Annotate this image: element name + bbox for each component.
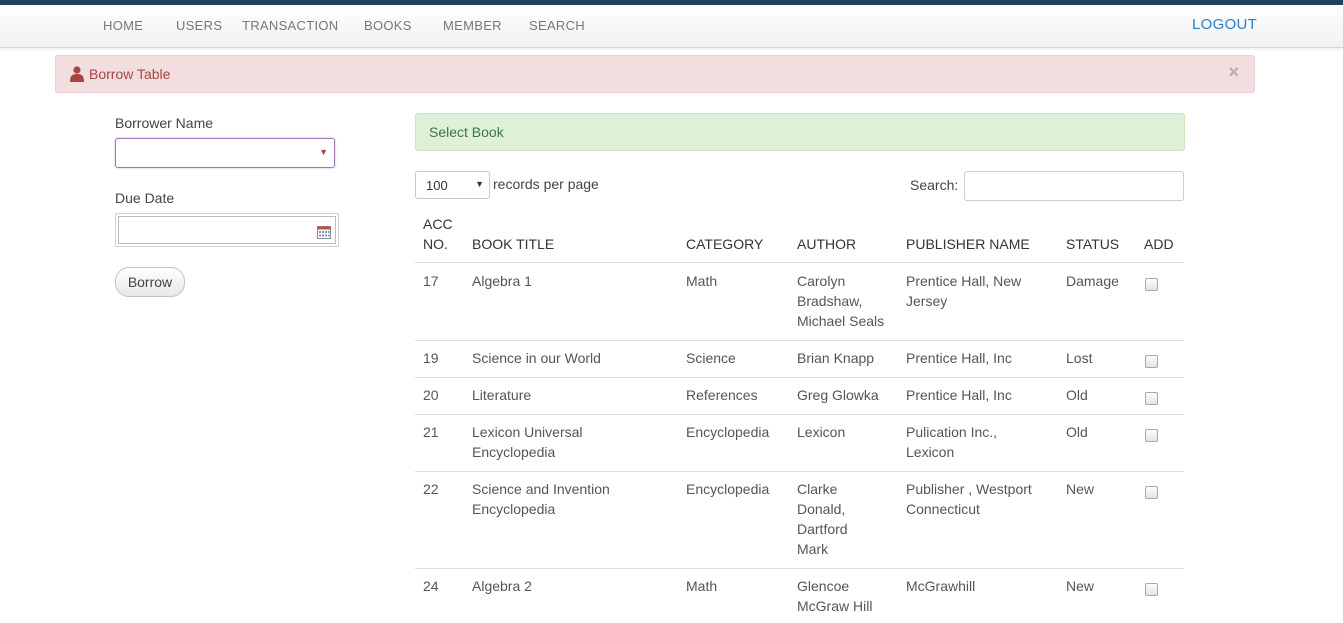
nav-search[interactable]: SEARCH [529,18,585,33]
cell-author: Carolyn [797,273,846,289]
cell-acc-no: 21 [423,424,439,440]
alert-title: Borrow Table [89,66,171,82]
nav-users[interactable]: USERS [176,18,222,33]
dropdown-arrow-icon: ▼ [319,147,328,157]
cell-book-title: Lexicon Universal [472,424,583,440]
cell-publisher: Lexicon [906,444,955,460]
cell-publisher: Prentice Hall, Inc [906,387,1012,403]
cell-book-title: Encyclopedia [472,501,556,517]
borrow-button[interactable]: Borrow [115,267,185,297]
add-checkbox[interactable] [1145,429,1158,442]
nav-home[interactable]: HOME [103,18,143,33]
cell-acc-no: 22 [423,481,439,497]
cell-author: Glencoe [797,578,850,594]
cell-author: Lexicon [797,424,846,440]
cell-publisher: Connecticut [906,501,980,517]
cell-publisher: Prentice Hall, Inc [906,350,1012,366]
row-divider [415,414,1184,415]
cell-status: Lost [1066,350,1093,366]
nav-books[interactable]: BOOKS [364,18,412,33]
cell-book-title: Algebra 1 [472,273,532,289]
cell-author: Mark [797,541,829,557]
due-date-label: Due Date [115,190,175,206]
nav-member[interactable]: MEMBER [443,18,502,33]
records-per-page-value: 100 [426,178,448,193]
borrower-name-select[interactable]: ▼ [115,138,335,168]
user-icon [70,66,84,82]
select-book-title: Select Book [429,124,504,140]
row-divider [415,471,1184,472]
table-header-divider [415,262,1184,263]
cell-author: Greg Glowka [797,387,879,403]
cell-status: Old [1066,424,1088,440]
add-checkbox[interactable] [1145,355,1158,368]
add-checkbox[interactable] [1145,486,1158,499]
cell-status: Damage [1066,273,1119,289]
search-label: Search: [910,177,959,193]
borrower-name-label: Borrower Name [115,115,214,131]
nav-transaction[interactable]: TRANSACTION [242,18,338,33]
cell-status: Old [1066,387,1088,403]
cell-book-title: Science in our World [472,350,601,366]
cell-publisher: Pulication Inc., [906,424,998,440]
cell-category: Science [686,350,736,366]
due-date-input[interactable] [118,216,336,244]
row-divider [415,568,1184,569]
cell-author: McGraw Hill [797,598,873,614]
cell-acc-no: 19 [423,350,439,366]
records-per-page-label: records per page [493,176,599,192]
cell-publisher: Jersey [906,293,948,309]
header-status[interactable]: STATUS [1066,234,1119,254]
cell-status: New [1066,481,1095,497]
cell-publisher: Prentice Hall, New [906,273,1022,289]
cell-book-title: Algebra 2 [472,578,532,594]
cell-category: Math [686,578,718,594]
close-icon[interactable]: × [1228,62,1239,83]
search-input[interactable] [964,171,1184,201]
cell-author: Brian Knapp [797,350,875,366]
borrow-table-alert: Borrow Table × [55,55,1255,93]
due-date-field[interactable] [115,213,339,247]
select-book-panel: Select Book [415,113,1185,151]
cell-author: Donald, [797,501,846,517]
cell-publisher: McGrawhill [906,578,976,594]
cell-author: Bradshaw, [797,293,863,309]
dropdown-arrow-icon: ▼ [475,179,484,189]
cell-acc-no: 20 [423,387,439,403]
header-add[interactable]: ADD [1144,234,1174,254]
calendar-icon[interactable] [317,226,331,239]
cell-status: New [1066,578,1095,594]
header-book-title[interactable]: BOOK TITLE [472,234,554,254]
header-author[interactable]: AUTHOR [797,234,856,254]
row-divider [415,377,1184,378]
add-checkbox[interactable] [1145,583,1158,596]
cell-book-title: Literature [472,387,532,403]
cell-author: Michael Seals [797,313,885,329]
navbar: HOME USERS TRANSACTION BOOKS MEMBER SEAR… [0,5,1343,48]
add-checkbox[interactable] [1145,278,1158,291]
cell-acc-no: 17 [423,273,439,289]
cell-category: Math [686,273,718,289]
header-category[interactable]: CATEGORY [686,234,763,254]
records-per-page-select[interactable]: 100 ▼ [415,171,490,199]
cell-acc-no: 24 [423,578,439,594]
header-publisher-name[interactable]: PUBLISHER NAME [906,234,1030,254]
cell-category: Encyclopedia [686,424,770,440]
row-divider [415,340,1184,341]
cell-book-title: Science and Invention [472,481,610,497]
cell-category: Encyclopedia [686,481,770,497]
cell-author: Clarke [797,481,838,497]
cell-category: References [686,387,758,403]
cell-book-title: Encyclopedia [472,444,556,460]
logout-link[interactable]: LOGOUT [1192,16,1257,33]
header-acc-no[interactable]: ACC NO. [423,214,453,254]
cell-author: Dartford [797,521,848,537]
add-checkbox[interactable] [1145,392,1158,405]
cell-publisher: Publisher , Westport [906,481,1032,497]
